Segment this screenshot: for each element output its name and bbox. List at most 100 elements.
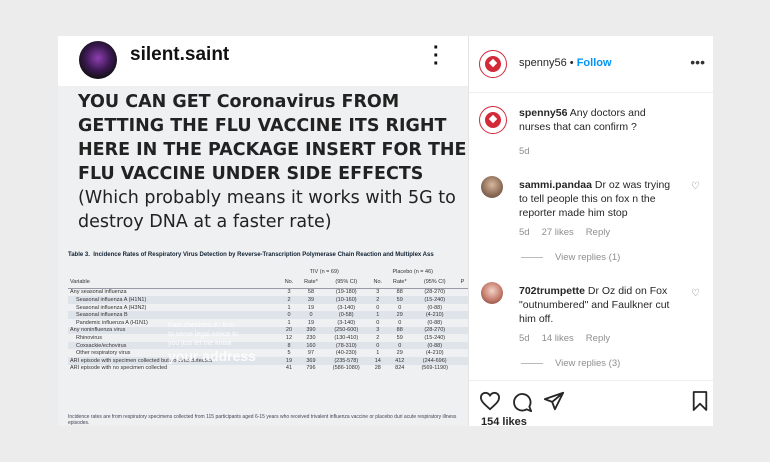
image-headline: YOU CAN GET Coronavirus FROM GETTING THE… [78, 90, 468, 234]
table-cell: 28 [374, 365, 381, 372]
like-heart-icon[interactable] [479, 391, 501, 411]
share-icon[interactable] [543, 390, 565, 412]
table-cell [456, 341, 468, 350]
table-cell: 3 [368, 326, 387, 335]
table-cell: (244-696) [412, 356, 457, 365]
image-avatar [79, 41, 117, 79]
table-cell: (586-1080) [332, 365, 360, 372]
table-cell: 369 [298, 356, 324, 365]
table-row: Pandemic influenza A (H1N1) 1 19 (3-140) 0 0(… [68, 319, 468, 327]
column-header: Rate* [298, 275, 324, 289]
commenter-avatar[interactable] [481, 176, 503, 198]
caption-username[interactable]: spenny56 [519, 107, 567, 119]
table-cell: 2 [279, 296, 299, 304]
table-row: ARI episode with specimen collected but … [68, 356, 468, 365]
table-cell: 3 [376, 289, 380, 296]
table-cell: 58 [307, 289, 315, 296]
table-cell: 20 [279, 326, 299, 335]
table-cell [457, 304, 468, 312]
table-row: Any noninfluenza virus 20 390 (250-600) 3 88(… [68, 326, 468, 335]
owner-avatar[interactable] [479, 50, 507, 78]
table-cell: (15-240) [412, 296, 457, 304]
table-cell: (0-88) [427, 304, 443, 311]
incidence-table: TIV (n = 69) Placebo (n = 46) Variable No… [68, 268, 468, 372]
table-cell: (3-140) [337, 319, 356, 326]
likes-count[interactable]: 154 likes [481, 416, 527, 428]
table-cell: 19 [307, 319, 315, 326]
table-cell [457, 349, 468, 357]
table-cell: 59 [396, 334, 403, 341]
save-bookmark-icon[interactable] [691, 390, 709, 412]
image-header: silent.saint · · · [58, 36, 468, 86]
table-footnote: Incidence rates are from respiratory spe… [68, 414, 457, 426]
comment-1-reply[interactable]: Reply [586, 227, 610, 238]
table-cell: 0 [376, 319, 380, 326]
table-cell [456, 311, 468, 319]
table-cell: 1 [287, 304, 291, 311]
comment-icon[interactable] [511, 391, 533, 413]
table-cell [457, 288, 468, 296]
table-cell: (0-58) [323, 311, 369, 319]
image-username: silent.saint [130, 44, 230, 65]
table-cell: 29 [396, 350, 403, 357]
comments-panel: spenny56 • Follow ••• spenny56 Any docto… [468, 36, 713, 428]
comment-2-view-replies[interactable]: View replies (3) [521, 358, 620, 369]
table-row: Any seasonal influenza 3 58 (19-180) 3 88 (28-… [68, 288, 468, 296]
comment-2-like-icon[interactable]: ♡ [691, 288, 700, 299]
table-cell [456, 356, 468, 365]
column-header: Rate* [386, 275, 413, 289]
table-cell: 412 [386, 356, 413, 365]
follow-button[interactable]: Follow [577, 57, 612, 69]
table-cell: Seasonal influenza A (H1N1) [68, 296, 280, 304]
group-header-tiv: TIV (n = 69) [309, 268, 339, 275]
comment-1-view-replies[interactable]: View replies (1) [521, 252, 620, 263]
table-cell: 59 [386, 296, 413, 304]
table-cell: 12 [285, 334, 293, 341]
table-cell: 0 [398, 319, 402, 326]
headline-caps: YOU CAN GET Coronavirus FROM GETTING THE… [78, 92, 467, 184]
table-cell: (235-578) [323, 356, 369, 365]
comment-1-username[interactable]: sammi.pandaa [519, 179, 592, 191]
table-cell: (28-270) [412, 326, 457, 335]
table-cell: 0 [376, 304, 380, 311]
table-cell: Any seasonal influenza [70, 289, 127, 296]
table-cell [457, 365, 468, 373]
table-cell: 39 [298, 296, 324, 304]
commenter-avatar[interactable] [481, 282, 503, 304]
table-cell: 41 [285, 365, 293, 372]
table-cell: 1 [376, 350, 380, 357]
comment-1-likes[interactable]: 27 likes [542, 227, 574, 238]
column-header: No. [368, 275, 387, 289]
table-cell: 0 [398, 304, 402, 311]
table-row: Seasonal influenza B 0 0 (0-58) 1 29 (4-210) [68, 311, 468, 319]
table-cell: ARI episode with no specimen collected [70, 365, 168, 372]
table-row: Other respiratory virus 5 97 (40-230) 1 29 (4-… [68, 349, 468, 357]
image-more-icon: · · · [433, 37, 440, 75]
owner-username[interactable]: spenny56 [519, 57, 567, 69]
table-cell: 0 [298, 311, 324, 319]
more-options-icon[interactable]: ••• [690, 54, 705, 70]
caption: spenny56 Any doctors and nurses that can… [519, 107, 646, 133]
comment-2: 702trumpette Dr Oz did on Fox "outnumber… [519, 285, 670, 325]
comment-2-likes[interactable]: 14 likes [542, 333, 574, 344]
table-cell: (250-600) [323, 326, 369, 335]
table-cell: (15-240) [424, 334, 446, 341]
table-row: Seasonal influenza A (H3N2) 1 19 (3-140) 0 0 (… [68, 304, 468, 312]
comment-1-like-icon[interactable]: ♡ [691, 181, 700, 192]
table-cell: 230 [306, 334, 316, 341]
table-cell: 2 [368, 296, 387, 304]
table-cell: (28-270) [424, 289, 446, 296]
column-header: No. [279, 275, 299, 289]
table-cell: 1 [287, 319, 291, 326]
comment-2-username[interactable]: 702trumpette [519, 285, 585, 297]
table-cell: (10-160) [323, 296, 369, 304]
table-cell: (569-1190) [421, 365, 448, 372]
column-header: (95% CI) [323, 275, 369, 289]
table-cell: 0 [386, 341, 413, 350]
caption-avatar[interactable] [479, 106, 507, 134]
table-cell: 88 [396, 289, 403, 296]
comment-2-reply[interactable]: Reply [586, 333, 610, 344]
post-image: silent.saint · · · YOU CAN GET Coronavirus… [58, 36, 468, 426]
table-cell: 1 [368, 311, 387, 319]
table-cell: (40-230) [335, 350, 357, 357]
